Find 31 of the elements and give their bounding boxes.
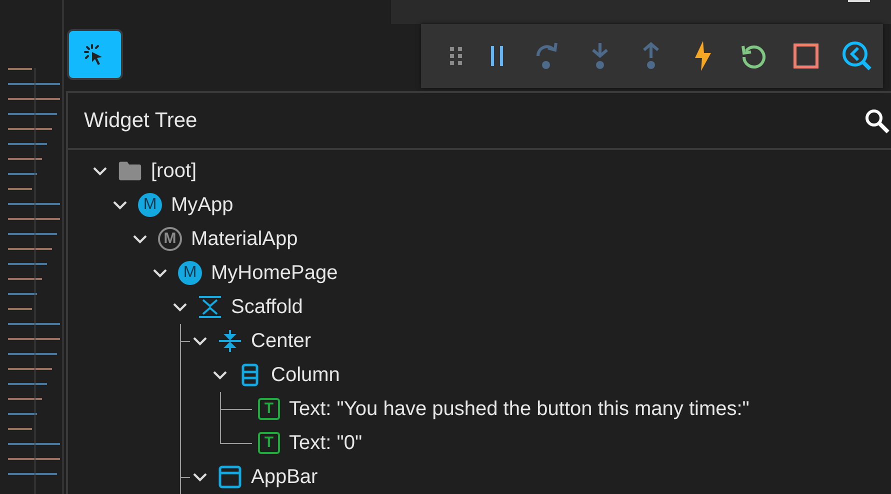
step-into-icon xyxy=(590,42,610,70)
stop-icon xyxy=(792,43,819,69)
tree-node-label[interactable]: MyApp xyxy=(171,190,234,220)
text-icon: T xyxy=(258,432,280,454)
tree-node-label[interactable]: Text: "0" xyxy=(289,428,362,458)
class-icon: M xyxy=(178,261,202,285)
menu-icon[interactable] xyxy=(848,0,870,4)
tree-node-label[interactable]: Text: "You have pushed the button this many times:" xyxy=(289,394,750,424)
grip-icon xyxy=(450,46,464,66)
tree-node-label[interactable]: Scaffold xyxy=(231,292,303,322)
restart-icon xyxy=(741,43,768,69)
panel-title: Widget Tree xyxy=(84,108,198,134)
tree-node-label[interactable]: MaterialApp xyxy=(191,224,298,254)
folder-icon xyxy=(118,159,142,183)
tree-node-label[interactable]: Center xyxy=(251,326,312,356)
step-out-icon xyxy=(641,42,662,70)
pause-icon xyxy=(488,45,505,67)
select-widget-button[interactable] xyxy=(67,29,123,80)
tree-node-label[interactable]: [root] xyxy=(151,156,197,186)
search-icon[interactable] xyxy=(864,108,890,134)
lightning-icon xyxy=(694,41,712,71)
tree-node-label[interactable]: Column xyxy=(271,360,340,390)
scaffold-icon xyxy=(198,295,222,319)
inspector-icon xyxy=(842,41,872,71)
tree-node-label[interactable]: MyHomePage xyxy=(211,258,338,288)
appbar-icon xyxy=(218,465,242,489)
center-icon xyxy=(218,329,242,353)
tree-node-label[interactable]: AppBar xyxy=(251,462,318,492)
text-icon: T xyxy=(258,398,280,420)
class-icon: M xyxy=(138,193,162,217)
material-icon: M xyxy=(158,227,182,251)
